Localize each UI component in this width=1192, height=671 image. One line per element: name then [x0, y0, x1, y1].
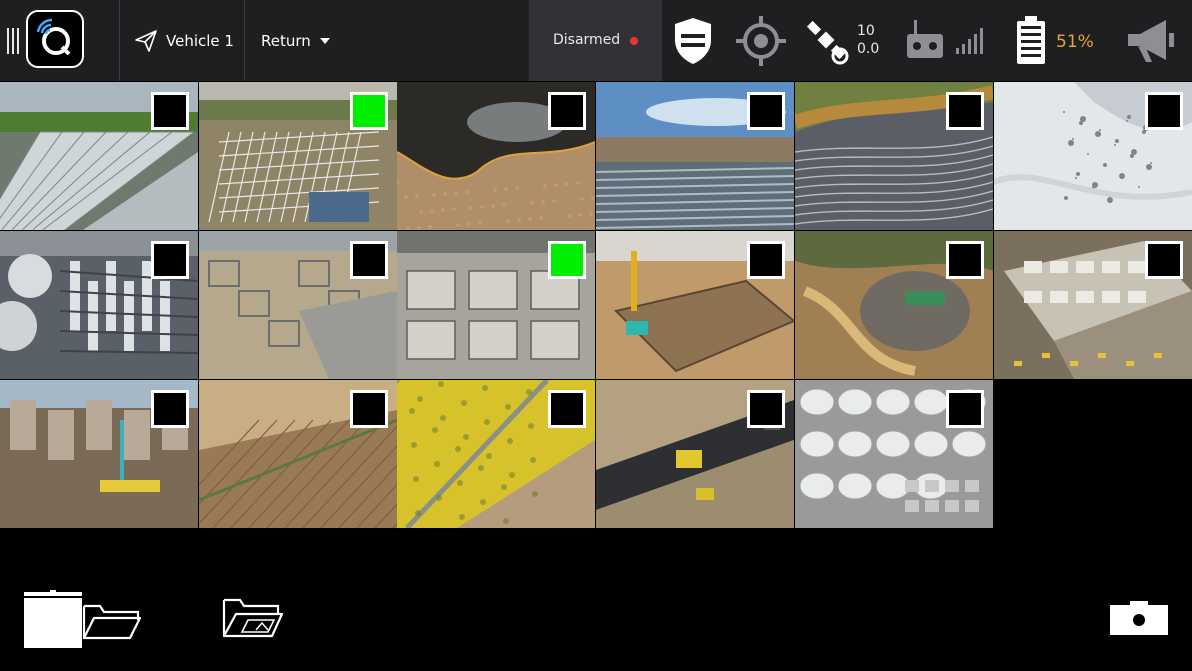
- photo-select-checkbox[interactable]: [151, 390, 189, 428]
- photo-select-checkbox[interactable]: [1144, 92, 1183, 130]
- photo-thumbnail[interactable]: [794, 231, 993, 379]
- rc-remote-icon[interactable]: [906, 20, 944, 60]
- checkbox-fill: [551, 393, 584, 425]
- photo-select-checkbox[interactable]: [548, 390, 587, 428]
- checkbox-fill: [154, 95, 186, 127]
- photo-thumbnail[interactable]: [397, 231, 596, 379]
- separator: [244, 0, 245, 81]
- photo-thumbnail[interactable]: [993, 231, 1192, 379]
- battery-icon[interactable]: [1016, 16, 1046, 64]
- photo-thumbnail[interactable]: [397, 82, 596, 230]
- checkbox-fill: [352, 95, 385, 127]
- photo-select-checkbox[interactable]: [548, 92, 587, 130]
- flight-mode-dropdown[interactable]: Return: [261, 28, 331, 54]
- photo-select-checkbox[interactable]: [349, 92, 388, 130]
- signal-bars-icon: [956, 28, 983, 54]
- checkbox-fill: [551, 95, 584, 127]
- checkbox-fill: [352, 244, 385, 276]
- vehicle-selector[interactable]: Vehicle 1: [134, 28, 234, 54]
- photo-select-checkbox[interactable]: [747, 92, 786, 130]
- photo-thumbnail[interactable]: [0, 380, 198, 528]
- megaphone-icon[interactable]: [1126, 18, 1176, 64]
- checkbox-fill: [750, 95, 783, 127]
- camera-icon[interactable]: [1110, 601, 1168, 635]
- photo-select-checkbox[interactable]: [747, 241, 786, 279]
- hdop-value: 0.0: [857, 41, 880, 57]
- arm-status-dot: [630, 37, 638, 45]
- checkbox-fill: [1147, 95, 1180, 127]
- checkbox-fill: [948, 95, 981, 127]
- menu-grip-icon[interactable]: [7, 28, 19, 54]
- qgc-logo-icon[interactable]: [26, 10, 84, 68]
- photo-select-checkbox[interactable]: [349, 390, 388, 428]
- photo-gallery-grid: [0, 82, 1192, 529]
- flight-mode-label: Return: [261, 32, 311, 50]
- photo-select-checkbox[interactable]: [747, 390, 786, 428]
- photo-thumbnail[interactable]: [198, 231, 397, 379]
- checkbox-fill: [948, 244, 981, 276]
- checkbox-fill: [1147, 244, 1180, 276]
- photo-thumbnail[interactable]: [0, 231, 198, 379]
- photo-thumbnail[interactable]: [596, 380, 795, 528]
- toolbar: Vehicle 1 Return Disarmed 10 0.0 51%: [0, 0, 1192, 81]
- photo-select-checkbox[interactable]: [151, 241, 189, 279]
- checkbox-fill: [750, 393, 783, 425]
- checkbox-fill: [352, 393, 385, 425]
- photo-thumbnail[interactable]: [198, 380, 397, 528]
- chevron-down-icon: [319, 38, 330, 44]
- photo-select-checkbox[interactable]: [945, 241, 984, 279]
- photo-thumbnail[interactable]: [993, 82, 1192, 230]
- photo-select-checkbox[interactable]: [945, 390, 984, 428]
- satellite-icon[interactable]: [804, 18, 852, 66]
- arm-status-indicator[interactable]: Disarmed: [529, 0, 662, 81]
- checkbox-fill: [551, 244, 584, 276]
- checkbox-fill: [948, 393, 981, 425]
- vehicle-label: Vehicle 1: [166, 32, 234, 50]
- delete-folder-icon[interactable]: [22, 590, 144, 650]
- shield-icon[interactable]: [672, 16, 714, 66]
- gps-crosshair-icon[interactable]: [736, 16, 786, 66]
- gps-readout: 10 0.0: [857, 22, 879, 58]
- photo-thumbnail[interactable]: [397, 380, 596, 528]
- checkbox-fill: [154, 393, 186, 425]
- photo-thumbnail[interactable]: [198, 82, 397, 230]
- photo-thumbnail[interactable]: [596, 231, 795, 379]
- photo-thumbnail[interactable]: [0, 82, 198, 230]
- photo-thumbnail[interactable]: [596, 82, 795, 230]
- separator: [119, 0, 120, 81]
- checkbox-fill: [154, 244, 186, 276]
- photo-folder-icon[interactable]: [222, 596, 286, 640]
- photo-select-checkbox[interactable]: [945, 92, 984, 130]
- photo-select-checkbox[interactable]: [1144, 241, 1183, 279]
- satellite-count: 10: [857, 23, 875, 39]
- photo-select-checkbox[interactable]: [548, 241, 587, 279]
- photo-select-checkbox[interactable]: [151, 92, 189, 130]
- battery-percent: 51%: [1056, 32, 1094, 52]
- photo-select-checkbox[interactable]: [349, 241, 388, 279]
- photo-thumbnail[interactable]: [794, 82, 993, 230]
- photo-thumbnail[interactable]: [794, 380, 993, 528]
- arm-status-label: Disarmed: [553, 32, 621, 48]
- checkbox-fill: [750, 244, 783, 276]
- paper-plane-icon: [135, 30, 157, 52]
